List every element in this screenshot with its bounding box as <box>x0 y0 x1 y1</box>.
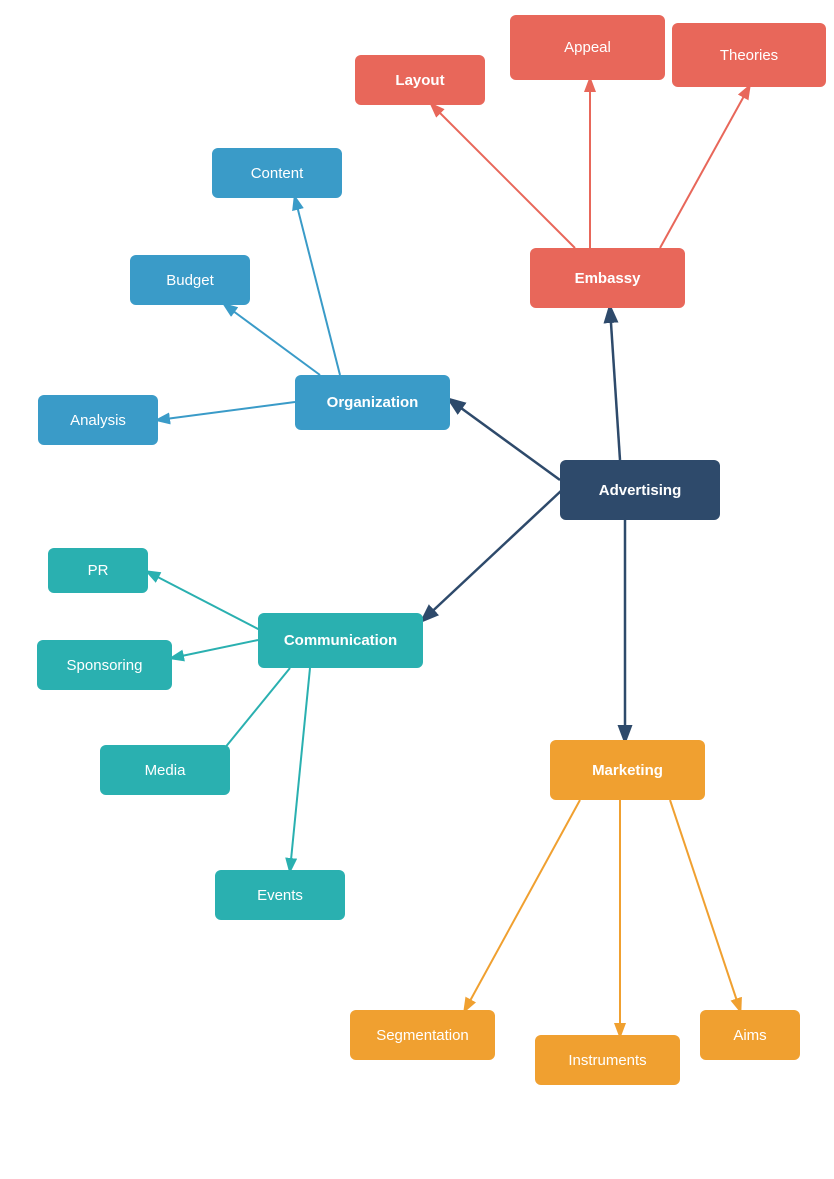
instruments-node: Instruments <box>535 1035 680 1085</box>
sponsoring-node: Sponsoring <box>37 640 172 690</box>
pr-node: PR <box>48 548 148 593</box>
appeal-node: Appeal <box>510 15 665 80</box>
embassy-node: Embassy <box>530 248 685 308</box>
analysis-node: Analysis <box>38 395 158 445</box>
media-node: Media <box>100 745 230 795</box>
segmentation-node: Segmentation <box>350 1010 495 1060</box>
theories-node: Theories <box>672 23 826 87</box>
diagram-container: Layout Appeal Theories Embassy Content B… <box>0 0 834 1179</box>
marketing-node: Marketing <box>550 740 705 800</box>
budget-node: Budget <box>130 255 250 305</box>
aims-node: Aims <box>700 1010 800 1060</box>
layout-node: Layout <box>355 55 485 105</box>
communication-node: Communication <box>258 613 423 668</box>
advertising-node: Advertising <box>560 460 720 520</box>
organization-node: Organization <box>295 375 450 430</box>
content-node: Content <box>212 148 342 198</box>
events-node: Events <box>215 870 345 920</box>
